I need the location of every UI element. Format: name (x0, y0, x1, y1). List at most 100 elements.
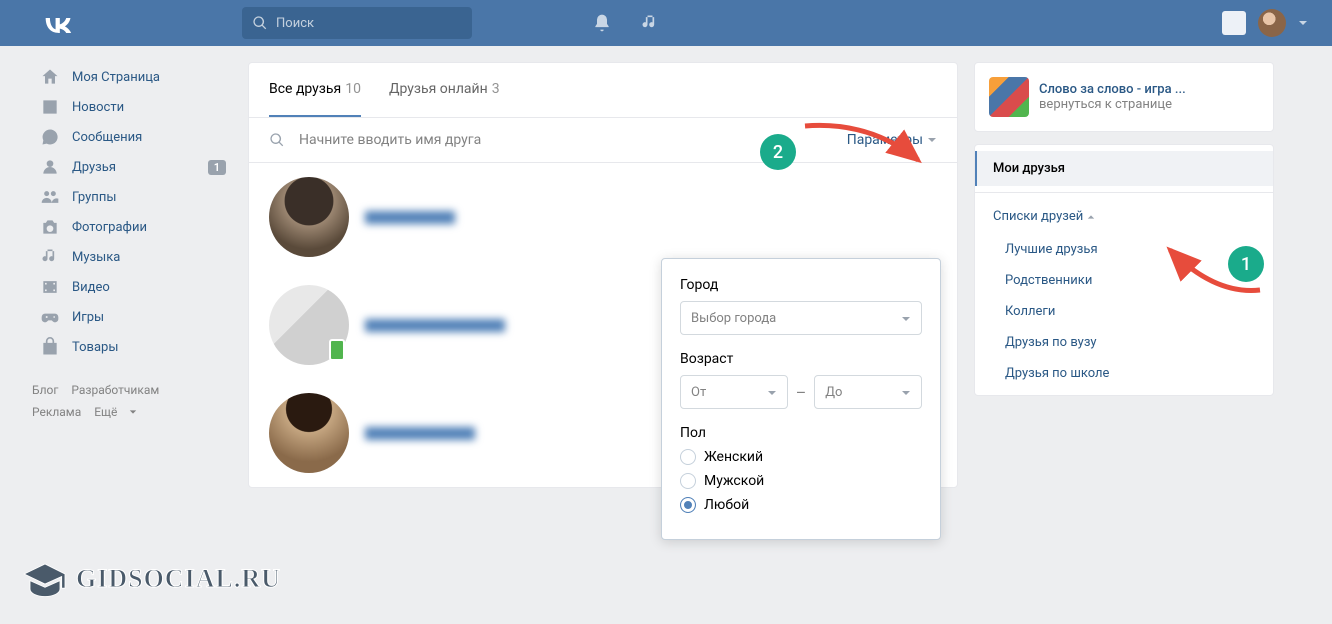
friend-avatar[interactable] (269, 393, 349, 473)
friend-lists-header[interactable]: Списки друзей (975, 199, 1273, 234)
online-indicator (329, 339, 345, 361)
message-icon (40, 127, 60, 147)
nav-news[interactable]: Новости (32, 92, 232, 122)
radio-icon (680, 449, 696, 465)
tab-label: Друзья онлайн (389, 81, 488, 97)
friends-badge: 1 (208, 160, 226, 175)
nav-label: Друзья (72, 160, 116, 175)
footer-more[interactable]: Ещё (94, 405, 117, 419)
tab-online-friends[interactable]: Друзья онлайн3 (389, 63, 500, 117)
friends-icon (40, 157, 60, 177)
nav-music[interactable]: Музыка (32, 242, 232, 272)
app-title: Слово за слово - игра ... (1039, 82, 1186, 97)
chevron-down-icon (901, 314, 911, 324)
gender-female[interactable]: Женский (680, 449, 922, 465)
chevron-down-icon (767, 388, 777, 398)
select-placeholder: От (691, 385, 706, 400)
footer-ads[interactable]: Реклама (32, 405, 81, 419)
nav-market[interactable]: Товары (32, 332, 232, 362)
friend-name-blur (365, 427, 475, 440)
nav-games[interactable]: Игры (32, 302, 232, 332)
tab-count: 10 (345, 81, 361, 97)
radio-label: Мужской (704, 473, 764, 489)
list-uni-friends[interactable]: Друзья по вузу (975, 327, 1273, 358)
radio-label: Женский (704, 449, 763, 465)
nav-label: Фотографии (72, 220, 147, 235)
search-icon (252, 15, 268, 31)
search-icon (269, 132, 285, 148)
notifications-icon[interactable] (592, 13, 612, 33)
select-placeholder: До (825, 385, 842, 400)
city-select[interactable]: Выбор города (680, 301, 922, 335)
left-sidebar: Моя Страница Новости Сообщения Друзья 1 Г… (32, 62, 232, 488)
music-icon[interactable] (640, 13, 660, 33)
nav-label: Сообщения (72, 130, 142, 145)
nav-my-page[interactable]: Моя Страница (32, 62, 232, 92)
graduation-cap-icon (20, 554, 70, 604)
tabs: Все друзья10 Друзья онлайн3 (249, 63, 957, 118)
app-return-box[interactable]: Слово за слово - игра ... вернуться к ст… (974, 62, 1274, 132)
footer-devs[interactable]: Разработчикам (71, 383, 159, 397)
chevron-down-icon[interactable] (1298, 18, 1308, 28)
home-icon (40, 67, 60, 87)
footer-blog[interactable]: Блог (32, 383, 58, 397)
annotation-badge-1: 1 (1228, 246, 1264, 282)
user-avatar[interactable] (1258, 9, 1286, 37)
tab-label: Все друзья (269, 81, 341, 97)
nav-label: Новости (72, 100, 124, 115)
watermark: GIDSOCIAL.RU (20, 554, 281, 604)
friend-name-blur (365, 211, 455, 224)
chevron-up-icon (1087, 213, 1095, 221)
music-nav-icon (40, 247, 60, 267)
nav-label: Группы (72, 190, 116, 205)
city-label: Город (680, 277, 922, 293)
camera-icon (40, 217, 60, 237)
nav-label: Видео (72, 280, 110, 295)
annotation-arrow-2 (800, 116, 930, 176)
friend-avatar[interactable] (269, 177, 349, 257)
annotation-badge-2: 2 (760, 134, 796, 170)
video-icon (40, 277, 60, 297)
nav-messages[interactable]: Сообщения (32, 122, 232, 152)
age-from-select[interactable]: От (680, 375, 788, 409)
top-header (0, 0, 1332, 46)
friend-name-blur (365, 319, 505, 332)
tab-all-friends[interactable]: Все друзья10 (269, 63, 361, 117)
radio-label: Любой (704, 497, 749, 513)
vk-logo-icon[interactable] (40, 13, 74, 33)
header-right (1222, 9, 1308, 37)
nav-photos[interactable]: Фотографии (32, 212, 232, 242)
gender-label: Пол (680, 425, 922, 441)
age-to-select[interactable]: До (814, 375, 922, 409)
mini-app-icon[interactable] (1222, 11, 1246, 35)
list-school-friends[interactable]: Друзья по школе (975, 358, 1273, 389)
age-label: Возраст (680, 351, 922, 367)
nav-label: Товары (72, 340, 118, 355)
watermark-text: GIDSOCIAL.RU (76, 564, 281, 594)
tab-count: 3 (492, 81, 500, 97)
sidebar-footer: Блог Разработчикам Реклама Ещё (32, 380, 232, 423)
search-input[interactable] (242, 7, 472, 39)
list-header-label: Списки друзей (993, 209, 1083, 224)
select-placeholder: Выбор города (691, 311, 776, 326)
groups-icon (40, 187, 60, 207)
app-icon (989, 77, 1029, 117)
nav-friends[interactable]: Друзья 1 (32, 152, 232, 182)
nav-groups[interactable]: Группы (32, 182, 232, 212)
gender-any[interactable]: Любой (680, 497, 922, 513)
menu-my-friends[interactable]: Мои друзья (975, 151, 1273, 186)
params-dropdown: Город Выбор города Возраст От – До Пол Ж… (661, 258, 941, 540)
chevron-down-icon (901, 388, 911, 398)
radio-icon (680, 473, 696, 489)
news-icon (40, 97, 60, 117)
friend-row[interactable] (249, 163, 957, 271)
header-icons (592, 13, 660, 33)
games-icon (40, 307, 60, 327)
gender-male[interactable]: Мужской (680, 473, 922, 489)
market-icon (40, 337, 60, 357)
nav-label: Моя Страница (72, 70, 160, 85)
app-subtitle: вернуться к странице (1039, 97, 1186, 112)
header-search (242, 7, 472, 39)
friend-avatar[interactable] (269, 285, 349, 365)
nav-video[interactable]: Видео (32, 272, 232, 302)
